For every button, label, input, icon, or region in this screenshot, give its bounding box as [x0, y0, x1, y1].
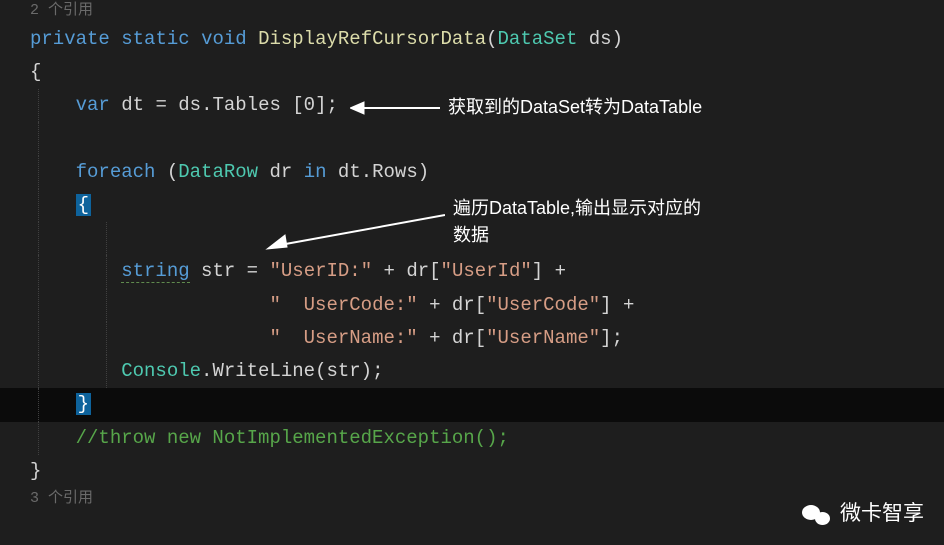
var-dr: dr — [269, 161, 292, 183]
brace-open-highlight: { — [76, 194, 91, 216]
indexer: dr[ — [452, 294, 486, 316]
operator: = — [235, 260, 269, 282]
method-call: .WriteLine(str); — [201, 360, 383, 382]
code-line[interactable]: " UserCode:" + dr["UserCode"] + — [0, 289, 944, 322]
paren: ) — [418, 161, 429, 183]
paren: ( — [486, 28, 497, 50]
keyword-in: in — [304, 161, 327, 183]
string-literal: " UserCode:" — [269, 294, 417, 316]
brace-close-highlight: } — [76, 393, 91, 415]
keyword-static: static — [121, 28, 189, 50]
keyword-string: string — [121, 260, 189, 283]
indexer: ] — [600, 294, 611, 316]
code-line[interactable]: private static void DisplayRefCursorData… — [0, 23, 944, 56]
string-literal: " UserName:" — [269, 327, 417, 349]
code-line[interactable]: Console.WriteLine(str); — [0, 355, 944, 388]
keyword-var: var — [76, 94, 110, 116]
watermark: 微卡智享 — [802, 496, 924, 533]
operator: = — [144, 94, 178, 116]
expr-ds-tables: ds.Tables [0]; — [178, 94, 338, 116]
arrow-icon — [265, 205, 445, 255]
type-datarow: DataRow — [178, 161, 258, 183]
watermark-text: 微卡智享 — [840, 496, 924, 533]
indexer: dr[ — [406, 260, 440, 282]
brace-open: { — [30, 61, 41, 83]
keyword-foreach: foreach — [76, 161, 156, 183]
annotation-1: 获取到的DataSet转为DataTable — [350, 94, 702, 121]
code-line[interactable]: { — [0, 56, 944, 89]
keyword-void: void — [201, 28, 247, 50]
code-line[interactable]: foreach (DataRow dr in dt.Rows) — [0, 156, 944, 189]
reference-count-top[interactable]: 2 个引用 — [0, 0, 944, 23]
annotation-2: 遍历DataTable,输出显示对应的 数据 — [265, 195, 701, 255]
code-line[interactable] — [0, 122, 944, 155]
paren: ) — [612, 28, 623, 50]
annotation-line-1: 遍历DataTable,输出显示对应的 — [453, 195, 701, 222]
operator: + — [543, 260, 577, 282]
string-literal: "UserName" — [486, 327, 600, 349]
indexer: ] — [600, 327, 611, 349]
code-line[interactable]: string str = "UserID:" + dr["UserId"] + — [0, 255, 944, 288]
paren: ( — [167, 161, 178, 183]
wechat-icon — [802, 503, 830, 527]
indexer: dr[ — [452, 327, 486, 349]
code-editor[interactable]: 2 个引用 private static void DisplayRefCurs… — [0, 0, 944, 511]
type-console: Console — [121, 360, 201, 382]
operator: + — [418, 294, 452, 316]
indexer: ] — [532, 260, 543, 282]
operator: + — [418, 327, 452, 349]
keyword-private: private — [30, 28, 110, 50]
expr-dt-rows: dt.Rows — [338, 161, 418, 183]
operator: + — [612, 294, 646, 316]
annotation-text-block: 遍历DataTable,输出显示对应的 数据 — [453, 195, 701, 249]
comment: //throw new NotImplementedException(); — [76, 427, 509, 449]
code-line[interactable]: " UserName:" + dr["UserName"]; — [0, 322, 944, 355]
method-name: DisplayRefCursorData — [258, 28, 486, 50]
code-line[interactable]: } — [0, 455, 944, 488]
code-line[interactable]: //throw new NotImplementedException(); — [0, 422, 944, 455]
var-str: str — [201, 260, 235, 282]
arrow-icon — [350, 98, 440, 118]
annotation-text: 获取到的DataSet转为DataTable — [448, 94, 702, 121]
string-literal: "UserID:" — [269, 260, 372, 282]
annotation-line-2: 数据 — [453, 222, 701, 249]
semicolon: ; — [612, 327, 623, 349]
string-literal: "UserId" — [441, 260, 532, 282]
operator: + — [372, 260, 406, 282]
type-dataset: DataSet — [498, 28, 578, 50]
string-literal: "UserCode" — [486, 294, 600, 316]
param-name: ds — [589, 28, 612, 50]
code-line-highlighted[interactable]: } — [0, 388, 944, 421]
var-dt: dt — [121, 94, 144, 116]
brace-close: } — [30, 460, 41, 482]
